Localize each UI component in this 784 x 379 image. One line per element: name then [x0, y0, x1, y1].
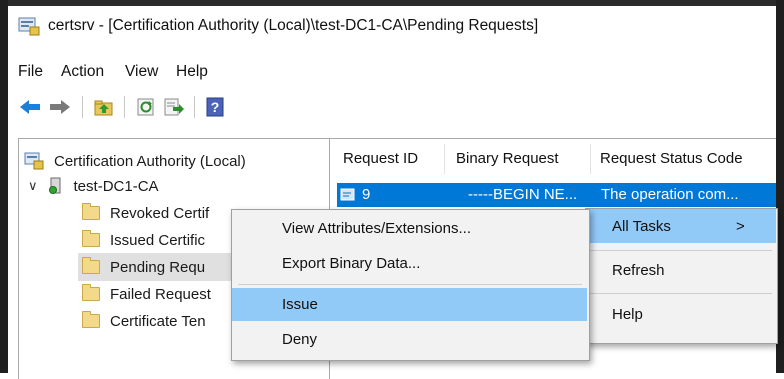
tree-item-label: Certification Authority (Local) — [54, 152, 246, 170]
tree-item-label: Revoked Certif — [110, 204, 210, 222]
tree-item-root[interactable]: Certification Authority (Local) — [24, 147, 246, 175]
menu-view[interactable]: View — [125, 63, 158, 81]
menu-separator — [590, 293, 772, 294]
tree-item-label: Issued Certific — [110, 231, 206, 249]
folder-icon — [82, 257, 100, 274]
back-arrow-icon[interactable] — [18, 96, 42, 118]
menu-item-issue[interactable]: Issue — [282, 296, 318, 313]
column-header-binary-request[interactable]: Binary Request — [456, 150, 559, 167]
tree-item-failed[interactable]: Failed Request — [82, 280, 211, 308]
toolbar-separator — [194, 96, 195, 118]
menu-item-deny[interactable]: Deny — [282, 331, 317, 348]
window-left-edge — [0, 0, 8, 373]
folder-icon — [82, 230, 100, 247]
certification-authority-icon — [24, 152, 44, 170]
menu-file[interactable]: File — [18, 63, 43, 81]
help-icon[interactable]: ? — [204, 96, 226, 118]
tree-item-issued[interactable]: Issued Certific — [82, 226, 205, 254]
cell-status: The operation com... — [601, 186, 739, 203]
chevron-down-icon[interactable]: ∨ — [28, 178, 38, 194]
menu-bar — [8, 52, 776, 86]
cell-binary-request: -----BEGIN NE... — [468, 186, 578, 203]
menu-item-refresh[interactable]: Refresh — [612, 262, 665, 279]
submenu-arrow-icon: > — [736, 218, 745, 235]
folder-icon — [82, 203, 100, 220]
folder-icon — [82, 284, 100, 301]
menu-separator — [590, 250, 772, 251]
request-icon — [340, 187, 356, 203]
tree-item-label: Certificate Ten — [110, 312, 206, 330]
cell-request-id: 9 — [362, 186, 371, 203]
tree-item-label: Pending Requ — [110, 258, 206, 276]
menu-separator — [238, 284, 582, 285]
tree-item-pending[interactable]: Pending Requ — [82, 253, 205, 281]
folder-icon — [82, 311, 100, 328]
menu-help[interactable]: Help — [176, 63, 208, 81]
tree-item-revoked[interactable]: Revoked Certif — [82, 199, 209, 227]
toolbar-separator — [82, 96, 83, 118]
tree-item-label: Failed Request — [110, 285, 211, 303]
column-divider[interactable] — [444, 144, 445, 174]
certsrv-app-icon — [18, 16, 40, 36]
column-divider[interactable] — [590, 144, 591, 174]
tree-item-templates[interactable]: Certificate Ten — [82, 307, 206, 335]
toolbar-separator — [124, 96, 125, 118]
ca-server-icon — [48, 177, 64, 195]
refresh-icon[interactable] — [134, 96, 158, 118]
column-header-request-id[interactable]: Request ID — [343, 150, 418, 167]
tree-item-ca[interactable]: ∨ test-DC1-CA — [28, 172, 159, 200]
column-header-status[interactable]: Request Status Code — [600, 150, 743, 167]
menu-item-help[interactable]: Help — [612, 306, 643, 323]
up-folder-icon[interactable] — [92, 96, 116, 118]
help-glyph: ? — [210, 99, 220, 115]
menu-action[interactable]: Action — [61, 63, 104, 81]
window-title: certsrv - [Certification Authority (Loca… — [48, 17, 539, 34]
menu-item-all-tasks[interactable]: All Tasks — [612, 218, 671, 235]
export-list-icon[interactable] — [162, 96, 186, 118]
menu-item-export-binary[interactable]: Export Binary Data... — [282, 255, 420, 272]
menu-item-view-attributes[interactable]: View Attributes/Extensions... — [282, 220, 471, 237]
tree-item-label: test-DC1-CA — [73, 177, 159, 195]
forward-arrow-icon[interactable] — [48, 96, 72, 118]
